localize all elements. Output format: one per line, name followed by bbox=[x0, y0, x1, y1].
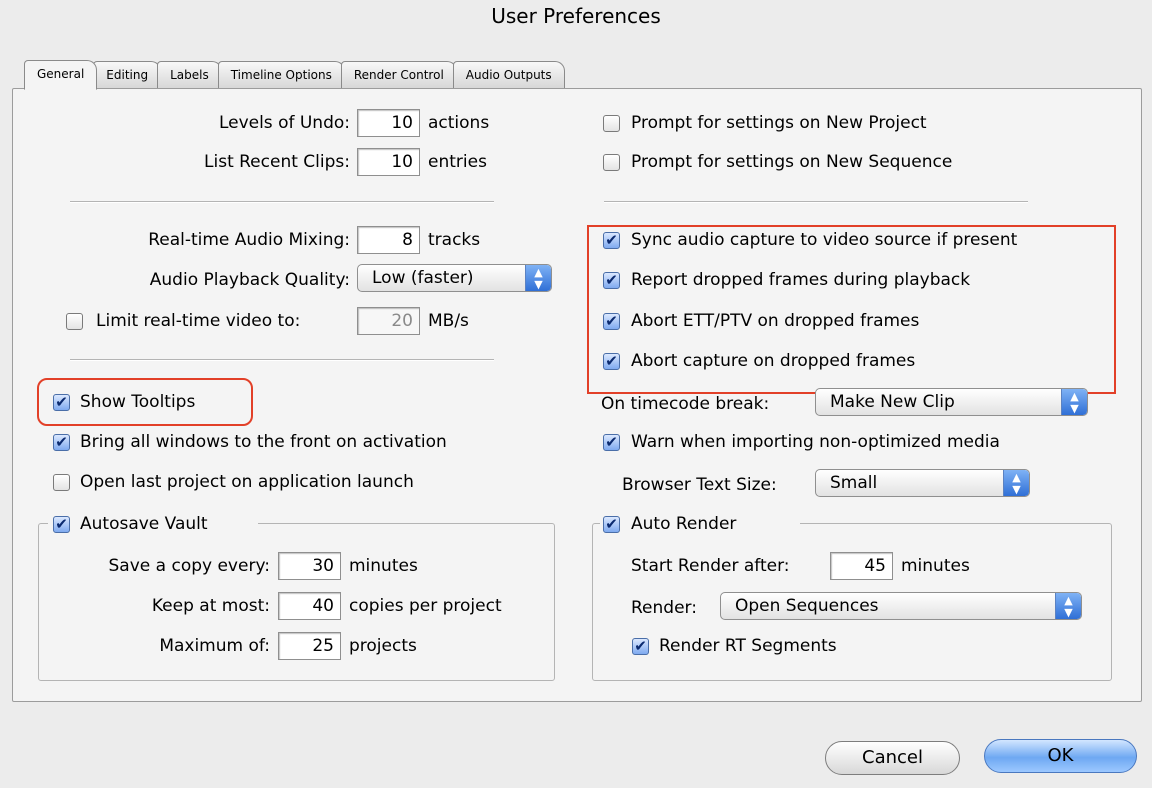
abort-capture-checkbox[interactable]: ✔ bbox=[603, 353, 620, 370]
auto-render-label: Auto Render bbox=[631, 514, 737, 534]
tab-general[interactable]: General bbox=[24, 60, 98, 90]
browser-text-label: Browser Text Size: bbox=[622, 475, 777, 495]
save-every-unit: minutes bbox=[349, 556, 418, 576]
undo-field[interactable]: 10 bbox=[357, 109, 420, 137]
prompt-sequence-label: Prompt for settings on New Sequence bbox=[631, 152, 953, 172]
tab-timeline-options[interactable]: Timeline Options bbox=[217, 61, 345, 89]
browser-text-select[interactable]: Small ▲ ▼ bbox=[815, 469, 1030, 497]
undo-unit: actions bbox=[428, 113, 490, 133]
render-select[interactable]: Open Sequences ▲ ▼ bbox=[720, 592, 1082, 620]
report-dropped-checkbox[interactable]: ✔ bbox=[603, 272, 620, 289]
tab-audio-outputs[interactable]: Audio Outputs bbox=[452, 61, 565, 89]
limit-video-checkbox[interactable] bbox=[66, 313, 83, 330]
timecode-break-value: Make New Clip bbox=[830, 392, 955, 412]
rt-segments-checkbox[interactable]: ✔ bbox=[632, 638, 649, 655]
timecode-break-select[interactable]: Make New Clip ▲ ▼ bbox=[815, 388, 1088, 416]
abort-ett-label: Abort ETT/PTV on dropped frames bbox=[631, 311, 920, 331]
abort-capture-label: Abort capture on dropped frames bbox=[631, 351, 916, 371]
separator bbox=[70, 201, 494, 203]
warn-import-label: Warn when importing non-optimized media bbox=[631, 432, 1000, 452]
playback-quality-label: Audio Playback Quality: bbox=[149, 270, 350, 290]
prompt-project-label: Prompt for settings on New Project bbox=[631, 113, 927, 133]
start-render-label: Start Render after: bbox=[631, 556, 790, 576]
save-every-label: Save a copy every: bbox=[108, 556, 270, 576]
show-tooltips-label: Show Tooltips bbox=[80, 392, 196, 412]
open-last-project-checkbox[interactable] bbox=[53, 474, 70, 491]
bring-windows-label: Bring all windows to the front on activa… bbox=[80, 432, 447, 452]
auto-render-checkbox[interactable]: ✔ bbox=[603, 516, 620, 533]
limit-video-field[interactable]: 20 bbox=[357, 307, 420, 335]
select-arrows-icon: ▲ ▼ bbox=[525, 265, 551, 291]
autosave-checkbox[interactable]: ✔ bbox=[53, 516, 70, 533]
show-tooltips-checkbox[interactable]: ✔ bbox=[53, 394, 70, 411]
recent-clips-field[interactable]: 10 bbox=[357, 148, 420, 176]
save-every-field[interactable]: 30 bbox=[278, 552, 341, 580]
report-dropped-label: Report dropped frames during playback bbox=[631, 270, 971, 290]
browser-text-value: Small bbox=[830, 473, 878, 493]
audio-mixing-label: Real-time Audio Mixing: bbox=[148, 230, 350, 250]
tab-editing[interactable]: Editing bbox=[93, 61, 162, 89]
render-label: Render: bbox=[631, 598, 697, 618]
maximum-of-label: Maximum of: bbox=[159, 636, 270, 656]
select-arrows-icon: ▲ ▼ bbox=[1003, 470, 1029, 496]
select-arrows-icon: ▲ ▼ bbox=[1061, 389, 1087, 415]
maximum-of-unit: projects bbox=[349, 636, 417, 656]
recent-clips-label: List Recent Clips: bbox=[204, 152, 350, 172]
limit-video-label: Limit real-time video to: bbox=[96, 311, 301, 331]
prompt-sequence-checkbox[interactable] bbox=[603, 154, 620, 171]
sync-audio-label: Sync audio capture to video source if pr… bbox=[631, 230, 1018, 250]
cancel-button[interactable]: Cancel bbox=[825, 741, 960, 775]
abort-ett-checkbox[interactable]: ✔ bbox=[603, 313, 620, 330]
playback-quality-value: Low (faster) bbox=[372, 268, 474, 288]
playback-quality-select[interactable]: Low (faster) ▲ ▼ bbox=[357, 264, 552, 292]
bring-windows-checkbox[interactable]: ✔ bbox=[53, 434, 70, 451]
recent-clips-unit: entries bbox=[428, 152, 487, 172]
limit-video-unit: MB/s bbox=[428, 311, 469, 331]
select-arrows-icon: ▲ ▼ bbox=[1055, 593, 1081, 619]
prompt-project-checkbox[interactable] bbox=[603, 115, 620, 132]
keep-at-most-unit: copies per project bbox=[349, 596, 502, 616]
audio-mixing-unit: tracks bbox=[428, 230, 481, 250]
autosave-label: Autosave Vault bbox=[80, 514, 208, 534]
ok-button[interactable]: OK bbox=[984, 739, 1137, 773]
tab-labels[interactable]: Labels bbox=[157, 61, 222, 89]
maximum-of-field[interactable]: 25 bbox=[278, 632, 341, 660]
tab-render-control[interactable]: Render Control bbox=[340, 61, 457, 89]
audio-mixing-field[interactable]: 8 bbox=[357, 226, 420, 254]
open-last-project-label: Open last project on application launch bbox=[80, 472, 414, 492]
start-render-field[interactable]: 45 bbox=[830, 552, 893, 580]
keep-at-most-label: Keep at most: bbox=[151, 596, 270, 616]
tab-bar: General Editing Labels Timeline Options … bbox=[24, 60, 565, 90]
sync-audio-checkbox[interactable]: ✔ bbox=[603, 232, 620, 249]
render-value: Open Sequences bbox=[735, 596, 879, 616]
separator bbox=[604, 201, 1028, 203]
timecode-break-label: On timecode break: bbox=[601, 394, 770, 414]
undo-label: Levels of Undo: bbox=[218, 113, 350, 133]
rt-segments-label: Render RT Segments bbox=[659, 636, 837, 656]
keep-at-most-field[interactable]: 40 bbox=[278, 592, 341, 620]
warn-import-checkbox[interactable]: ✔ bbox=[603, 434, 620, 451]
start-render-unit: minutes bbox=[901, 556, 970, 576]
window-title: User Preferences bbox=[491, 4, 661, 28]
separator bbox=[70, 359, 494, 361]
